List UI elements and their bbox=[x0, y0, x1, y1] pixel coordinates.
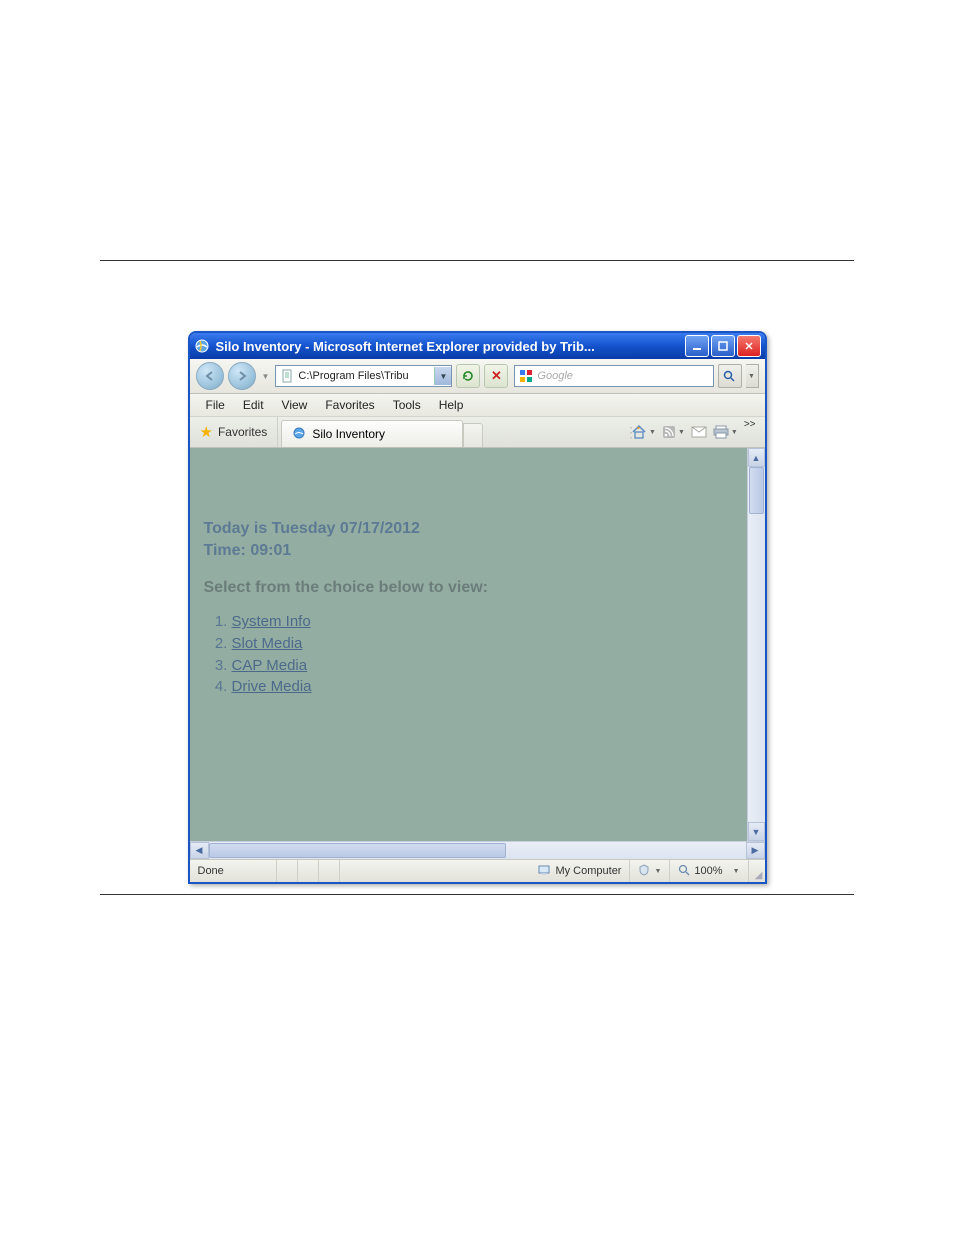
status-pane bbox=[256, 860, 277, 882]
favorites-label: Favorites bbox=[218, 425, 267, 439]
list-item: CAP Media bbox=[232, 655, 733, 677]
maximize-button[interactable] bbox=[711, 335, 735, 357]
link-cap-media[interactable]: CAP Media bbox=[232, 657, 308, 674]
address-bar[interactable]: C:\Program Files\Tribu ▼ bbox=[275, 365, 452, 387]
chevron-down-icon: ▼ bbox=[654, 868, 661, 875]
forward-button[interactable] bbox=[228, 362, 256, 390]
browser-window: Silo Inventory - Microsoft Internet Expl… bbox=[188, 331, 767, 884]
time-text: Time: 09:01 bbox=[204, 540, 733, 562]
close-button[interactable] bbox=[737, 335, 761, 357]
computer-icon bbox=[537, 863, 551, 880]
page-icon bbox=[279, 368, 295, 384]
home-button[interactable]: ▼ bbox=[628, 422, 659, 442]
favorites-button[interactable]: ★ Favorites bbox=[190, 417, 279, 447]
horizontal-scrollbar[interactable]: ◀ ▶ bbox=[190, 841, 765, 859]
scroll-down-button[interactable]: ▼ bbox=[748, 822, 765, 841]
chevron-down-icon: ▼ bbox=[731, 429, 738, 436]
search-box[interactable]: Google bbox=[514, 365, 713, 387]
viewport: Today is Tuesday 07/17/2012 Time: 09:01 … bbox=[190, 448, 765, 841]
scroll-right-button[interactable]: ▶ bbox=[746, 842, 765, 859]
ie-logo-icon bbox=[194, 338, 210, 354]
divider-top bbox=[100, 260, 854, 261]
status-pane bbox=[277, 860, 298, 882]
zoom-icon bbox=[678, 864, 690, 879]
security-zone[interactable]: My Computer bbox=[529, 860, 630, 882]
star-icon: ★ bbox=[200, 423, 213, 441]
scroll-thumb[interactable] bbox=[749, 467, 764, 514]
menu-bar: File Edit View Favorites Tools Help bbox=[190, 394, 765, 417]
scroll-up-button[interactable]: ▲ bbox=[748, 448, 765, 467]
link-slot-media[interactable]: Slot Media bbox=[232, 635, 303, 652]
list-item: System Info bbox=[232, 611, 733, 633]
scroll-thumb[interactable] bbox=[209, 843, 506, 858]
back-button[interactable] bbox=[196, 362, 224, 390]
print-button[interactable]: ▼ bbox=[710, 423, 741, 441]
menu-help[interactable]: Help bbox=[431, 396, 472, 414]
minimize-button[interactable] bbox=[685, 335, 709, 357]
scroll-left-button[interactable]: ◀ bbox=[190, 842, 209, 859]
divider-bottom bbox=[100, 894, 854, 895]
menu-favorites[interactable]: Favorites bbox=[317, 396, 382, 414]
vertical-scrollbar[interactable]: ▲ ▼ bbox=[747, 448, 765, 841]
protected-mode-button[interactable]: ▼ bbox=[630, 860, 670, 882]
status-pane bbox=[319, 860, 340, 882]
address-bar-wrap: C:\Program Files\Tribu ▼ bbox=[275, 365, 452, 387]
link-drive-media[interactable]: Drive Media bbox=[232, 678, 312, 695]
status-bar: Done My Computer ▼ bbox=[190, 859, 765, 882]
read-mail-button[interactable] bbox=[688, 424, 710, 440]
menu-file[interactable]: File bbox=[198, 396, 233, 414]
zoom-control[interactable]: 100% ▼ bbox=[670, 860, 748, 882]
resize-grip-icon[interactable]: ◢ bbox=[749, 859, 765, 883]
stop-button[interactable]: ✕ bbox=[484, 364, 508, 388]
refresh-button[interactable] bbox=[456, 364, 480, 388]
feeds-button[interactable]: ▼ bbox=[659, 423, 688, 441]
menu-tools[interactable]: Tools bbox=[385, 396, 429, 414]
list-item: Drive Media bbox=[232, 676, 733, 698]
chevron-down-icon: ▼ bbox=[649, 429, 656, 436]
google-icon bbox=[518, 368, 534, 384]
scroll-track[interactable] bbox=[748, 467, 765, 822]
new-tab-button[interactable] bbox=[463, 423, 483, 447]
tab-bar: ★ Favorites Silo Inventory ⋮ ▼ ▼ bbox=[190, 417, 765, 448]
address-dropdown-icon[interactable]: ▼ bbox=[434, 367, 451, 385]
scroll-track[interactable] bbox=[209, 842, 746, 859]
ie-page-icon bbox=[292, 426, 306, 443]
status-text: Done bbox=[190, 860, 256, 882]
prompt-text: Select from the choice below to view: bbox=[204, 579, 733, 597]
zone-text: My Computer bbox=[555, 865, 621, 877]
search-dropdown-icon[interactable]: ▼ bbox=[746, 364, 759, 388]
command-bar: ⋮ ▼ ▼ ▼ >> bbox=[624, 417, 765, 447]
search-button[interactable] bbox=[718, 364, 742, 388]
toolbar-overflow-button[interactable]: >> bbox=[741, 419, 759, 430]
chevron-down-icon: ▼ bbox=[733, 868, 740, 875]
menu-edit[interactable]: Edit bbox=[235, 396, 272, 414]
page-content: Today is Tuesday 07/17/2012 Time: 09:01 … bbox=[190, 448, 747, 841]
navigation-toolbar: ▼ C:\Program Files\Tribu ▼ ✕ bbox=[190, 359, 765, 394]
status-pane bbox=[298, 860, 319, 882]
tab-label: Silo Inventory bbox=[312, 427, 385, 441]
menu-view[interactable]: View bbox=[274, 396, 316, 414]
link-system-info[interactable]: System Info bbox=[232, 613, 311, 630]
search-placeholder: Google bbox=[537, 370, 572, 382]
address-text: C:\Program Files\Tribu bbox=[298, 370, 434, 382]
chevron-down-icon: ▼ bbox=[678, 429, 685, 436]
tab-active[interactable]: Silo Inventory bbox=[281, 420, 463, 447]
zoom-value: 100% bbox=[694, 865, 722, 877]
nav-history-dropdown-icon[interactable]: ▼ bbox=[260, 372, 272, 381]
window-title: Silo Inventory - Microsoft Internet Expl… bbox=[216, 339, 685, 354]
date-text: Today is Tuesday 07/17/2012 bbox=[204, 518, 733, 540]
link-list: System Info Slot Media CAP Media Drive M… bbox=[232, 611, 733, 698]
titlebar[interactable]: Silo Inventory - Microsoft Internet Expl… bbox=[190, 333, 765, 359]
list-item: Slot Media bbox=[232, 633, 733, 655]
shield-icon bbox=[638, 864, 650, 879]
